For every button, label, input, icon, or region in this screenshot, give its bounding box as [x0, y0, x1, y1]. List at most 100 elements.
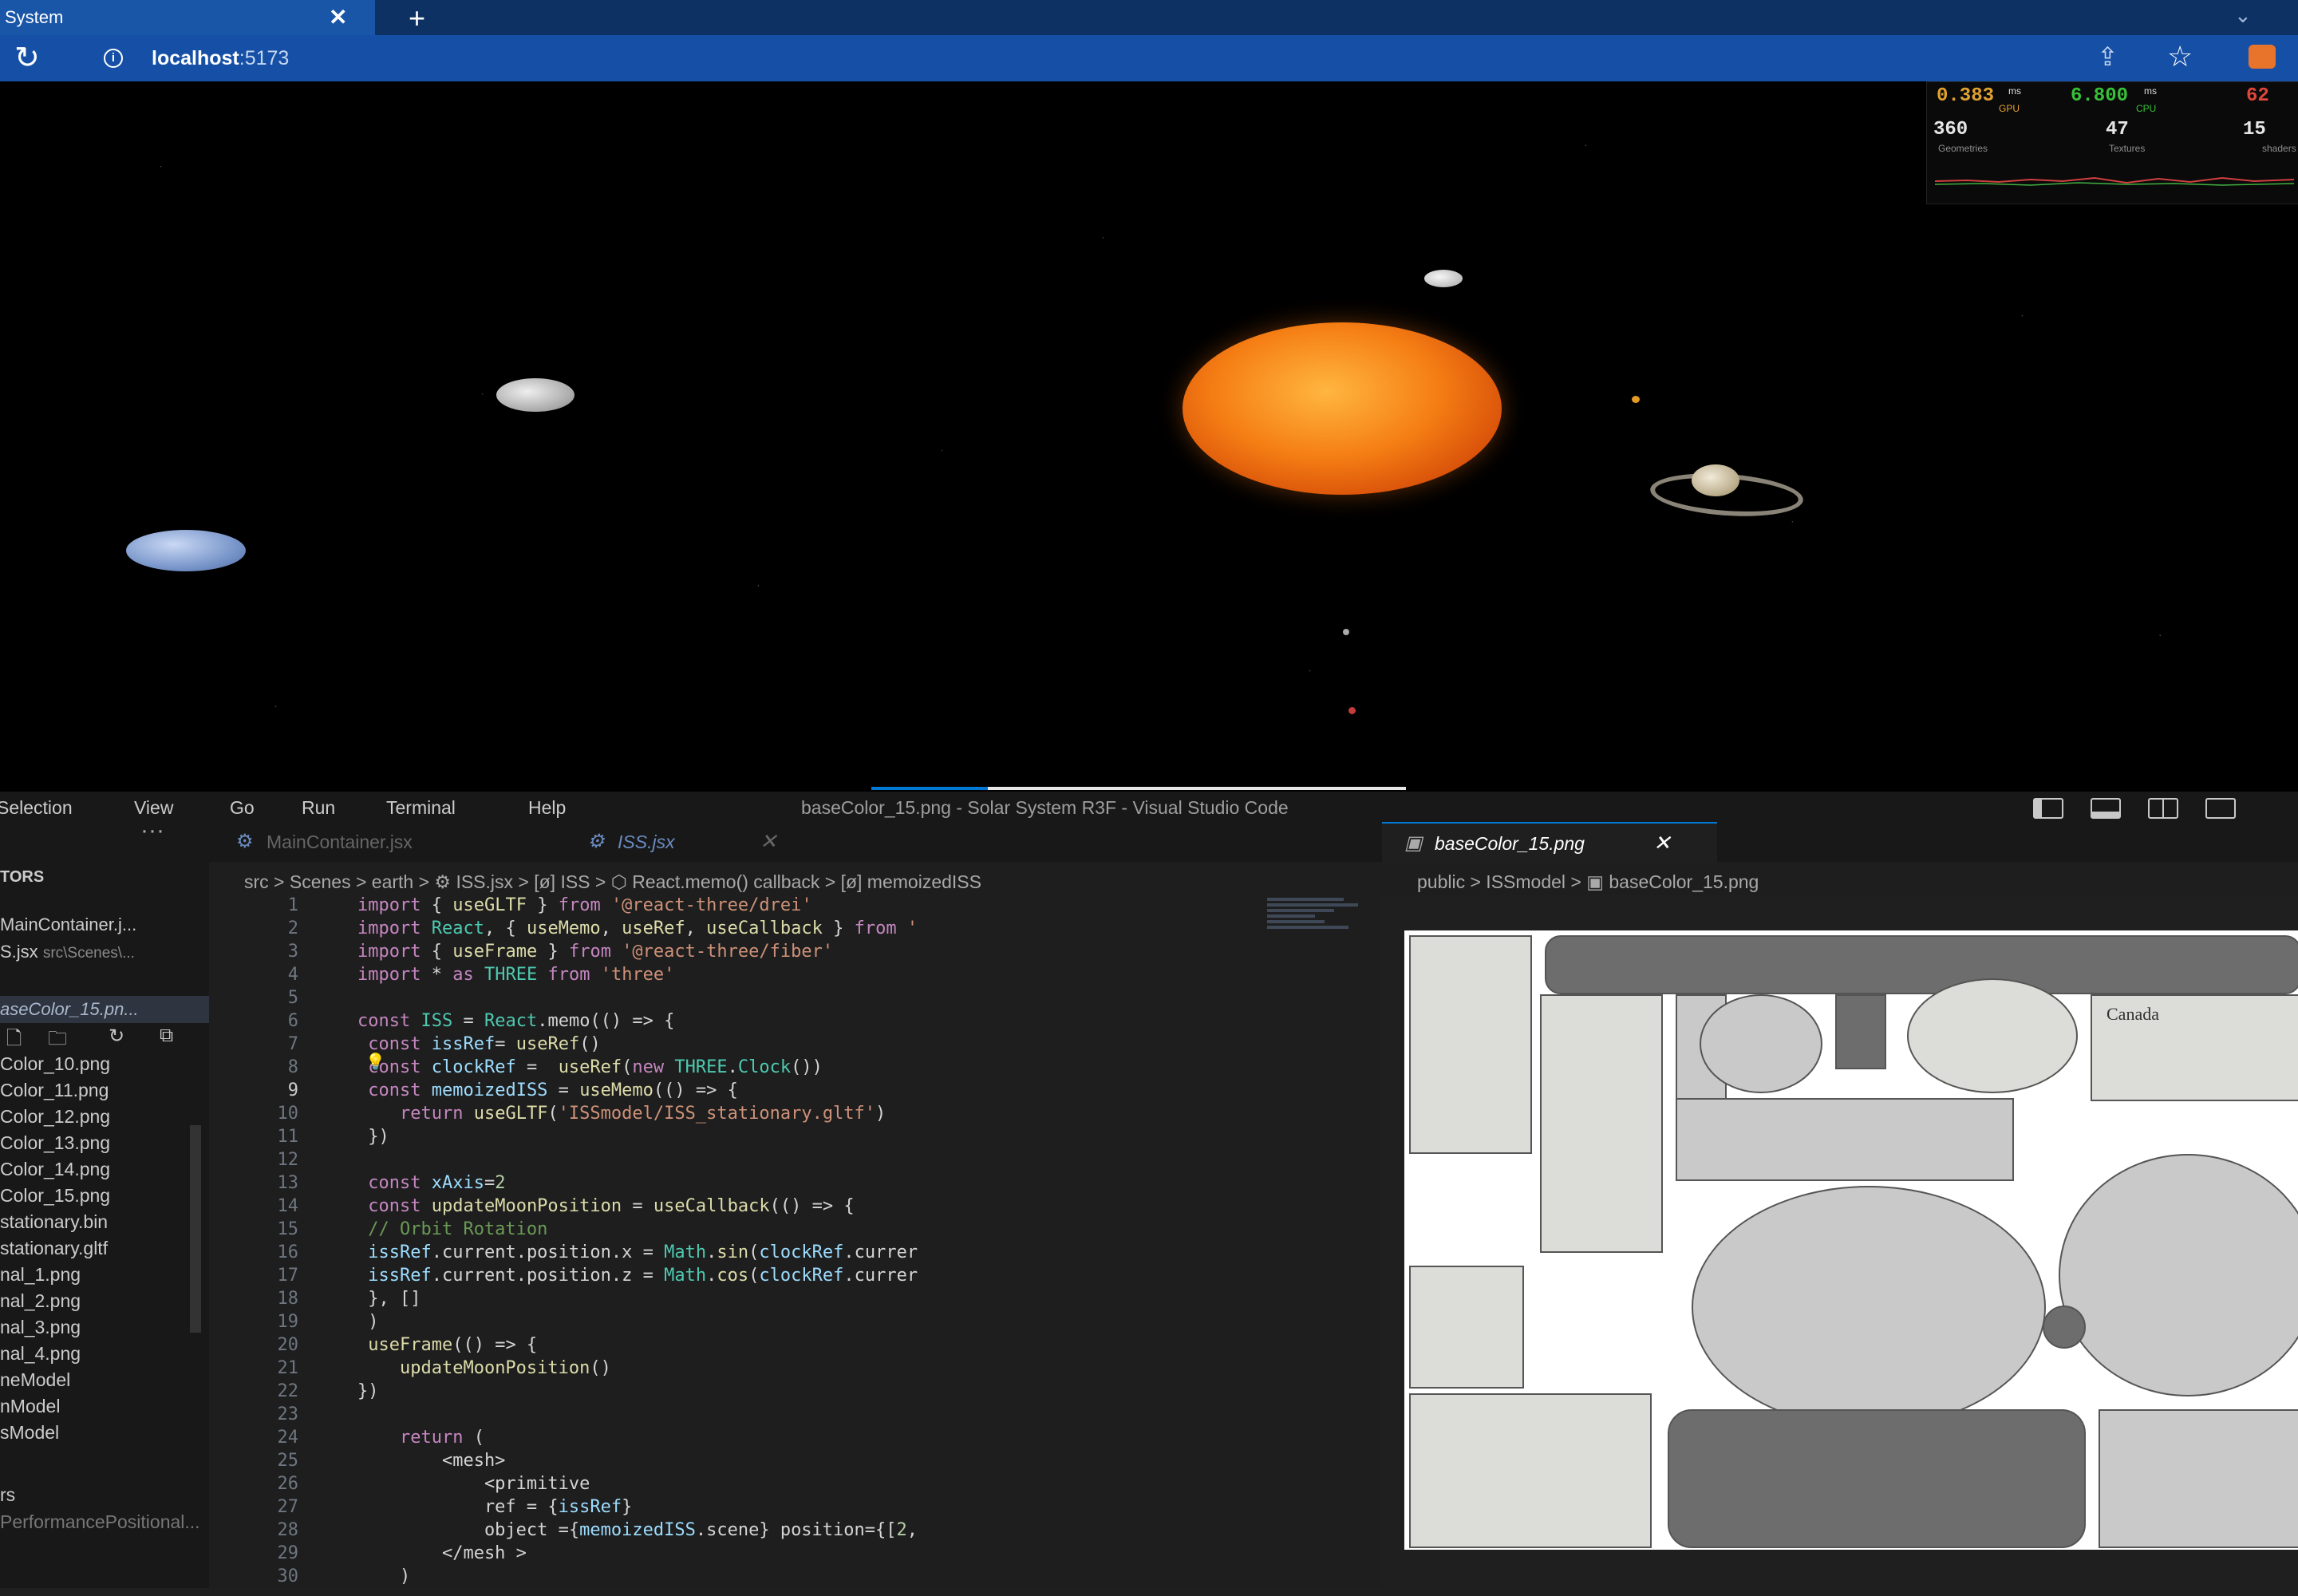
bookmark-star-icon[interactable]: ☆	[2167, 40, 2193, 73]
tree-item[interactable]: nal_4.png	[0, 1343, 81, 1365]
code-line[interactable]: 12	[209, 1150, 1382, 1173]
tree-item[interactable]: Color_13.png	[0, 1132, 110, 1154]
code-editor[interactable]: 1 import { useGLTF } from '@react-three/d…	[209, 895, 1382, 1596]
url-input[interactable]: i localhost:5173	[96, 41, 2043, 75]
tree-item[interactable]: nal_2.png	[0, 1290, 81, 1312]
new-file-icon[interactable]: 🗋	[6, 1025, 22, 1057]
menu-help[interactable]: Help	[528, 797, 566, 819]
code-line[interactable]: 23	[209, 1404, 1382, 1428]
menu-terminal[interactable]: Terminal	[386, 797, 456, 819]
menu-run[interactable]: Run	[302, 797, 335, 819]
tree-item[interactable]: Color_12.png	[0, 1106, 110, 1128]
breadcrumb-image[interactable]: public > ISSmodel > ▣ baseColor_15.png	[1417, 871, 1759, 893]
tab-basecolor-png[interactable]: ▣ baseColor_15.png ✕	[1382, 822, 1717, 863]
line-number: 19	[277, 1312, 299, 1332]
tree-item[interactable]: Color_15.png	[0, 1185, 110, 1207]
tree-item[interactable]: stationary.gltf	[0, 1238, 108, 1259]
code-text: <primitive	[357, 1474, 590, 1494]
code-line[interactable]: 22})	[209, 1381, 1382, 1404]
open-editor-label: aseColor_15.pn...	[0, 999, 139, 1019]
collapse-all-icon[interactable]: ⧉	[160, 1025, 173, 1047]
line-number: 13	[277, 1173, 299, 1193]
code-line[interactable]: 13 const xAxis=2	[209, 1173, 1382, 1196]
tab-search-chevron-icon[interactable]: ⌄	[2234, 3, 2252, 28]
share-icon[interactable]: ⇪	[2097, 41, 2118, 72]
code-line[interactable]: 3 import { useFrame } from '@react-three/…	[209, 942, 1382, 965]
line-number: 20	[277, 1335, 299, 1355]
sun	[1183, 322, 1502, 495]
tab-close-icon[interactable]: ✕	[1653, 831, 1671, 855]
code-line[interactable]: 10 return useGLTF('ISSmodel/ISS_stationa…	[209, 1104, 1382, 1127]
code-line[interactable]: 15 // Orbit Rotation	[209, 1219, 1382, 1242]
code-line[interactable]: 26 <primitive	[209, 1474, 1382, 1497]
code-line[interactable]: 27 ref = {issRef}	[209, 1497, 1382, 1520]
site-info-icon[interactable]: i	[104, 49, 123, 68]
line-number: 11	[277, 1127, 299, 1147]
tree-item[interactable]: Color_11.png	[0, 1080, 109, 1101]
tree-item[interactable]: stationary.bin	[0, 1211, 108, 1233]
tree-item[interactable]: Color_10.png	[0, 1053, 110, 1075]
explorer-more-icon[interactable]: ···	[140, 822, 164, 844]
open-editor-item[interactable]: S.jsx src\Scenes\...	[0, 942, 135, 962]
explorer-actions: 🗋 🗀 ↻ ⧉	[0, 1025, 209, 1049]
code-line[interactable]: 28 object ={memoizedISS.scene} position=…	[209, 1520, 1382, 1543]
code-line[interactable]: 11 })	[209, 1127, 1382, 1150]
image-preview[interactable]: Canada	[1382, 895, 2298, 1596]
code-line[interactable]: 2 import React, { useMemo, useRef, useCal…	[209, 918, 1382, 942]
new-folder-icon[interactable]: 🗀	[48, 1025, 67, 1057]
menu-view[interactable]: View	[134, 797, 173, 819]
explorer-scrollbar[interactable]	[190, 1125, 201, 1333]
tree-item[interactable]: nModel	[0, 1396, 60, 1417]
code-line[interactable]: 17 issRef.current.position.z = Math.cos(…	[209, 1266, 1382, 1289]
code-line[interactable]: 21 updateMoonPosition()	[209, 1358, 1382, 1381]
horizontal-scrollbar-thumb[interactable]	[871, 787, 988, 790]
code-line[interactable]: 24 return (	[209, 1428, 1382, 1451]
code-line[interactable]: 29 </mesh >	[209, 1543, 1382, 1566]
react-file-icon: ⚙	[236, 831, 254, 852]
toggle-panel-icon[interactable]	[2091, 798, 2121, 819]
explorer-section-header[interactable]: TORS	[0, 868, 44, 887]
lightbulb-icon[interactable]: 💡	[365, 1052, 385, 1072]
tree-item[interactable]: sModel	[0, 1422, 59, 1444]
open-editor-selected[interactable]: aseColor_15.pn...	[0, 996, 209, 1023]
tab-close-icon[interactable]: ✕	[329, 4, 347, 30]
refresh-icon[interactable]: ↻	[109, 1025, 124, 1048]
toggle-sidebar-icon[interactable]	[2033, 798, 2063, 819]
tree-item[interactable]: rs	[0, 1484, 15, 1506]
tree-item[interactable]: nal_1.png	[0, 1264, 81, 1286]
menu-selection[interactable]: Selection	[0, 797, 73, 819]
code-line[interactable]: 20 useFrame(() => {	[209, 1335, 1382, 1358]
tree-item[interactable]: neModel	[0, 1369, 70, 1391]
code-line[interactable]: 1 import { useGLTF } from '@react-three/d…	[209, 895, 1382, 918]
code-line[interactable]: 5	[209, 988, 1382, 1011]
tab-iss-jsx[interactable]: ⚙ ISS.jsx ✕	[560, 822, 800, 862]
tree-item[interactable]: nal_3.png	[0, 1317, 81, 1338]
code-line[interactable]: 6 const ISS = React.memo(() => {	[209, 1011, 1382, 1034]
reload-icon[interactable]: ↻	[14, 40, 40, 76]
tree-item[interactable]: PerformancePositional...	[0, 1511, 200, 1533]
code-line[interactable]: 4 import * as THREE from 'three'	[209, 965, 1382, 988]
code-line[interactable]: 19 )	[209, 1312, 1382, 1335]
minimap[interactable]	[1267, 895, 1363, 991]
code-line[interactable]: 18 }, []	[209, 1289, 1382, 1312]
code-line[interactable]: 25 <mesh>	[209, 1451, 1382, 1474]
tab-maincontainer[interactable]: ⚙ MainContainer.jsx	[209, 822, 560, 862]
customize-layout-icon[interactable]	[2205, 798, 2236, 819]
new-tab-button[interactable]: +	[409, 2, 425, 35]
code-text: const xAxis=2	[368, 1173, 506, 1193]
line-number: 24	[277, 1428, 299, 1448]
extension-icon[interactable]	[2249, 45, 2276, 69]
geometries-label: Geometries	[1938, 143, 1988, 154]
toggle-secondary-sidebar-icon[interactable]	[2148, 798, 2178, 819]
open-editor-item[interactable]: MainContainer.j...	[0, 915, 136, 935]
code-line[interactable]: 9 const memoizedISS = useMemo(() => {	[209, 1080, 1382, 1104]
code-line[interactable]: 30 )	[209, 1566, 1382, 1590]
cpu-time: 6.800	[2071, 85, 2129, 107]
menu-go[interactable]: Go	[230, 797, 255, 819]
browser-tab-active[interactable]: System ✕	[0, 0, 375, 35]
code-line[interactable]: 14 const updateMoonPosition = useCallbac…	[209, 1196, 1382, 1219]
breadcrumb[interactable]: src > Scenes > earth > ⚙ ISS.jsx > [ø] I…	[244, 871, 981, 893]
tab-close-icon[interactable]: ✕	[760, 829, 777, 854]
code-line[interactable]: 16 issRef.current.position.x = Math.sin(…	[209, 1242, 1382, 1266]
tree-item[interactable]: Color_14.png	[0, 1159, 110, 1180]
